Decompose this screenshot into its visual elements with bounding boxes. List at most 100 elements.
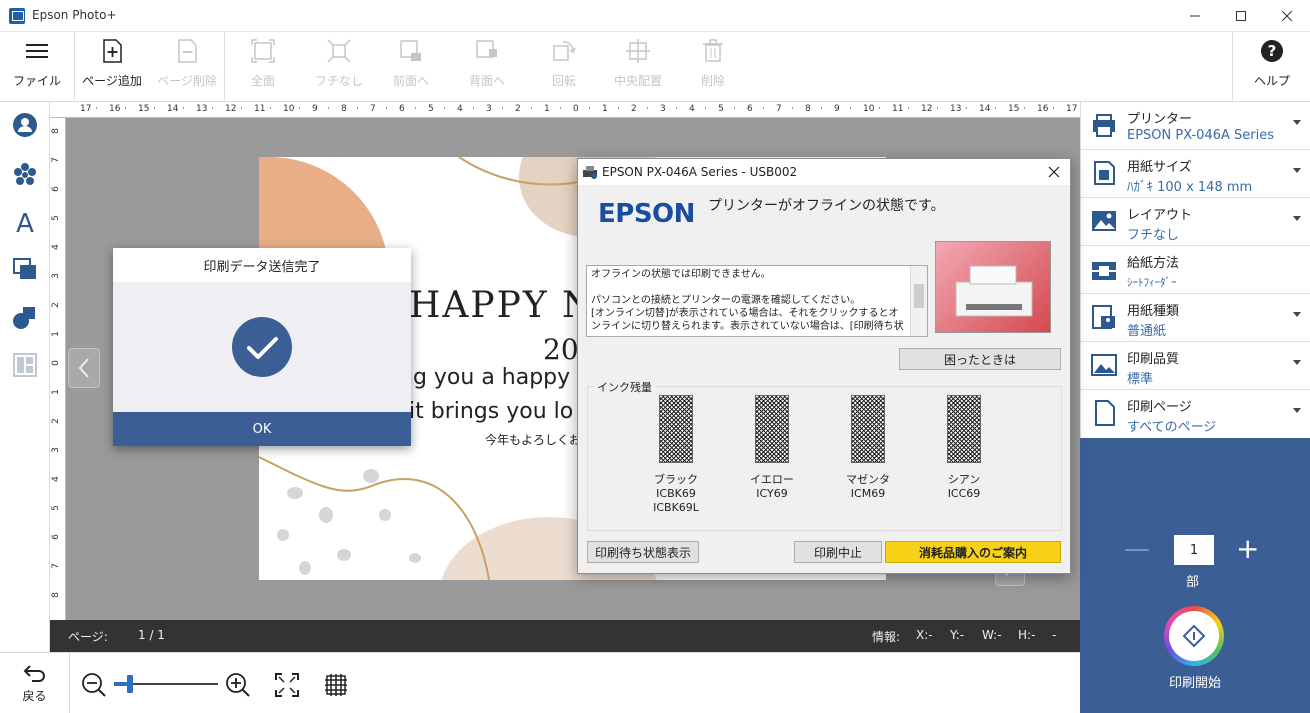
print-queue-button[interactable]: 印刷待ち状態表示	[587, 541, 699, 563]
bring-front-button[interactable]: 前面へ	[374, 32, 448, 102]
minimize-button[interactable]	[1172, 0, 1218, 32]
details-scrollbar[interactable]	[910, 266, 927, 336]
back-button[interactable]: 戻る	[0, 653, 70, 713]
rotate-icon	[553, 41, 576, 61]
maximize-button[interactable]	[1218, 0, 1264, 32]
ruler-tick-dot: ·	[878, 104, 881, 114]
ruler-tick-dot: ·	[675, 104, 678, 114]
fit-button[interactable]: 全面	[226, 32, 300, 102]
fill-icon	[327, 39, 351, 63]
send-back-button[interactable]: 背面へ	[450, 32, 524, 102]
print-start-button[interactable]	[1164, 606, 1224, 666]
ink-name: ブラック	[654, 473, 698, 486]
person-tool-button[interactable]	[10, 110, 40, 140]
ink-gauge-magenta	[851, 395, 885, 463]
quality-icon	[1091, 354, 1117, 376]
ruler-tick-label: 15	[1008, 104, 1020, 114]
ruler-tick-dot: ·	[704, 104, 707, 114]
paper-size-icon	[1094, 161, 1115, 185]
fill-button[interactable]: フチなし	[302, 32, 376, 102]
fit-icon	[251, 39, 275, 63]
page-label: ページ:	[68, 630, 108, 644]
detail-line: オフラインの状態では印刷できません。	[591, 269, 771, 280]
stamp-tool-button[interactable]	[10, 160, 40, 190]
rotate-button[interactable]: 回転	[524, 32, 604, 102]
scrollbar-thumb[interactable]	[914, 284, 924, 308]
ruler-tick-label: 17	[80, 104, 92, 114]
print-start-label: 印刷開始	[1168, 676, 1221, 691]
fit-screen-icon[interactable]	[274, 672, 300, 698]
zoom-in-icon[interactable]	[224, 671, 252, 699]
decor-dot	[379, 509, 391, 521]
cancel-print-button[interactable]: 印刷中止	[794, 541, 882, 563]
increase-copies-button[interactable]: +	[1236, 532, 1259, 565]
ruler-tick-label: 5	[718, 104, 724, 114]
close-icon[interactable]	[1048, 166, 1060, 178]
print-quality-select[interactable]: 印刷品質 標準	[1081, 342, 1310, 390]
ok-button[interactable]: OK	[113, 412, 411, 446]
prev-page-button[interactable]	[68, 348, 100, 388]
delete-button[interactable]: 削除	[676, 32, 750, 102]
info-label: 情報:	[872, 630, 901, 644]
rotate-label: 回転	[551, 74, 576, 88]
paper-type-select[interactable]: 用紙種類 普通紙	[1081, 294, 1310, 342]
supplies-button[interactable]: 消耗品購入のご案内	[885, 541, 1061, 563]
app-icon	[9, 8, 25, 24]
chevron-down-icon	[1293, 408, 1301, 413]
zoom-slider-thumb[interactable]	[127, 675, 133, 693]
paper-size-label: 用紙サイズ	[1127, 160, 1192, 175]
copies-input[interactable]: 1	[1174, 535, 1214, 565]
layout-tool-button[interactable]	[10, 350, 40, 380]
printer-select[interactable]: プリンター EPSON PX-046A Series	[1081, 102, 1310, 150]
grid-icon[interactable]	[323, 672, 349, 698]
ruler-tick-label: 7	[776, 104, 782, 114]
ruler-tick-label: 4	[50, 476, 61, 482]
ruler-tick-label: 1	[50, 331, 61, 337]
ruler-tick-label: 14	[979, 104, 991, 114]
minimize-icon	[1190, 15, 1200, 17]
page-icon	[1095, 400, 1115, 426]
ink-label-magenta: マゼンタ ICM69	[828, 473, 908, 501]
paper-feed-setting[interactable]: 給紙方法 ｼｰﾄﾌｨｰﾀﾞｰ	[1081, 246, 1310, 294]
text-tool-button[interactable]: A	[10, 206, 40, 236]
ruler-tick-dot: ·	[95, 104, 98, 114]
ink-label-black: ブラック ICBK69 ICBK69L	[636, 473, 716, 515]
status-details-box[interactable]: オフラインの状態では印刷できません。 パソコンとの接続とプリンターの電源を確認し…	[586, 265, 928, 337]
printer-window-titlebar: EPSON PX-046A Series - USB002	[578, 159, 1070, 185]
ruler-tick-dot: ·	[820, 104, 823, 114]
ruler-tick-label: 13	[196, 104, 208, 114]
ruler-tick-label: 15	[138, 104, 150, 114]
help-button[interactable]: ? ヘルプ	[1234, 32, 1310, 102]
print-action-panel: — 1 + 部 印刷開始	[1080, 438, 1310, 713]
ruler-tick-dot: ·	[356, 104, 359, 114]
decrease-copies-button[interactable]: —	[1124, 534, 1150, 564]
file-menu-button[interactable]: ファイル	[0, 32, 74, 102]
paper-feed-value: ｼｰﾄﾌｨｰﾀﾞｰ	[1127, 276, 1177, 289]
ruler-tick-label: 11	[892, 104, 904, 114]
back-arrow-icon	[23, 664, 45, 682]
center-label: 中央配置	[613, 74, 662, 88]
delete-label: 削除	[700, 74, 725, 88]
layout-image-icon	[1092, 211, 1116, 231]
troubleshooting-button[interactable]: 困ったときは	[899, 348, 1061, 370]
ruler-tick-label: 6	[747, 104, 753, 114]
ruler-tick-label: 5	[50, 505, 61, 511]
print-pages-select[interactable]: 印刷ページ すべてのページ	[1081, 390, 1310, 438]
card-message-line-2: it brings you lo	[409, 399, 574, 424]
help-label: ヘルプ	[1253, 74, 1290, 88]
layout-select[interactable]: レイアウト フチなし	[1081, 198, 1310, 246]
close-window-button[interactable]	[1264, 0, 1310, 32]
printer-value: EPSON PX-046A Series	[1127, 128, 1274, 143]
add-page-button[interactable]: ページ追加	[76, 32, 148, 102]
frame-tool-button[interactable]	[10, 254, 40, 284]
center-button[interactable]: 中央配置	[598, 32, 678, 102]
shape-tool-button[interactable]	[10, 302, 40, 332]
detail-line: ンラインに切り替えられます。表示されていない場合は、[印刷待ち状	[591, 321, 904, 332]
ruler-tick-label: 4	[689, 104, 695, 114]
ruler-tick-dot: ·	[1052, 104, 1055, 114]
chevron-down-icon	[1293, 312, 1301, 317]
zoom-out-icon[interactable]	[80, 671, 108, 699]
ruler-tick-dot: ·	[385, 104, 388, 114]
paper-size-select[interactable]: 用紙サイズ ﾊｶﾞｷ 100 x 148 mm	[1081, 150, 1310, 198]
delete-page-button[interactable]: ページ削除	[150, 32, 224, 102]
